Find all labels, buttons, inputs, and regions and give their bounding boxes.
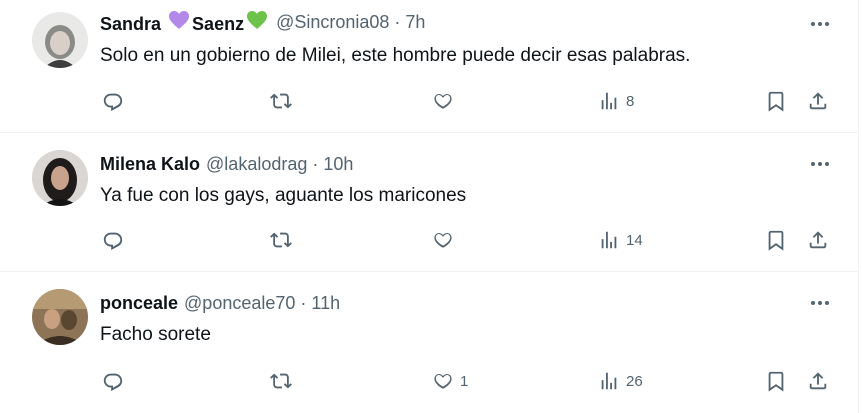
avatar[interactable] [32, 150, 88, 206]
heart-icon [432, 90, 454, 112]
share-button[interactable] [807, 228, 829, 252]
retweet-icon [270, 370, 292, 392]
tweet-text: Facho sorete [100, 324, 211, 345]
tweet-milena[interactable]: Milena Kalo @lakalodrag · 10h Ya fue con… [0, 133, 858, 272]
handle[interactable]: @ponceale70 [184, 293, 295, 314]
tweet-ponceale[interactable]: ponceale @ponceale70 · 11h Facho sorete … [0, 272, 858, 413]
heart-icon [432, 229, 454, 251]
like-count: 1 [460, 372, 469, 390]
like-button[interactable]: 1 [432, 369, 468, 393]
bookmark-button[interactable] [765, 228, 787, 252]
timestamp[interactable]: 11h [311, 293, 340, 314]
display-name[interactable]: Milena Kalo [100, 154, 200, 175]
views-button[interactable]: 8 [598, 89, 634, 113]
retweet-icon [270, 90, 292, 112]
more-icon[interactable] [808, 291, 832, 315]
share-icon [807, 229, 829, 251]
retweet-button[interactable] [270, 89, 298, 113]
views-button[interactable]: 14 [598, 228, 643, 252]
separator-dot: · [394, 11, 401, 32]
bookmark-button[interactable] [765, 89, 787, 113]
retweet-icon [270, 229, 292, 251]
like-button[interactable] [432, 228, 460, 252]
bookmark-button[interactable] [765, 369, 787, 393]
tweet-text: Solo en un gobierno de Milei, este hombr… [100, 45, 691, 66]
retweet-button[interactable] [270, 369, 298, 393]
heart-icon [432, 370, 454, 392]
views-button[interactable]: 26 [598, 369, 643, 393]
action-bar: 14 [0, 228, 858, 252]
more-icon[interactable] [808, 12, 832, 36]
reply-icon [102, 90, 124, 112]
views-icon [598, 370, 620, 392]
timestamp[interactable]: 10h [323, 154, 353, 175]
tweet-sandra[interactable]: Sandra Saenz @Sincronia08 · 7h Solo en u… [0, 0, 858, 133]
share-icon [807, 90, 829, 112]
share-button[interactable] [807, 89, 829, 113]
retweet-button[interactable] [270, 228, 298, 252]
display-name[interactable]: Sandra Saenz [100, 10, 270, 35]
action-bar: 8 [0, 89, 858, 113]
share-button[interactable] [807, 369, 829, 393]
handle[interactable]: @lakalodrag [206, 154, 307, 175]
more-icon[interactable] [808, 152, 832, 176]
separator-dot: · [312, 153, 319, 174]
bookmark-icon [765, 229, 787, 251]
reply-button[interactable] [102, 89, 130, 113]
views-icon [598, 90, 620, 112]
avatar[interactable] [32, 12, 88, 68]
timestamp[interactable]: 7h [405, 12, 425, 33]
views-icon [598, 229, 620, 251]
share-icon [807, 370, 829, 392]
green-heart-icon [246, 10, 268, 35]
avatar[interactable] [32, 289, 88, 345]
like-button[interactable] [432, 89, 460, 113]
tweet-header: ponceale @ponceale70 · 11h [100, 291, 340, 315]
display-name[interactable]: ponceale [100, 293, 178, 314]
reply-thread: Sandra Saenz @Sincronia08 · 7h Solo en u… [0, 0, 859, 413]
bookmark-icon [765, 370, 787, 392]
purple-heart-icon [168, 10, 190, 35]
handle[interactable]: @Sincronia08 [276, 12, 389, 33]
tweet-text: Ya fue con los gays, aguante los maricon… [100, 185, 467, 206]
reply-icon [102, 229, 124, 251]
action-bar: 1 26 [0, 369, 858, 393]
reply-icon [102, 370, 124, 392]
reply-button[interactable] [102, 369, 130, 393]
separator-dot: · [300, 292, 307, 313]
bookmark-icon [765, 90, 787, 112]
tweet-header: Sandra Saenz @Sincronia08 · 7h [100, 10, 425, 34]
reply-button[interactable] [102, 228, 130, 252]
tweet-header: Milena Kalo @lakalodrag · 10h [100, 152, 353, 176]
